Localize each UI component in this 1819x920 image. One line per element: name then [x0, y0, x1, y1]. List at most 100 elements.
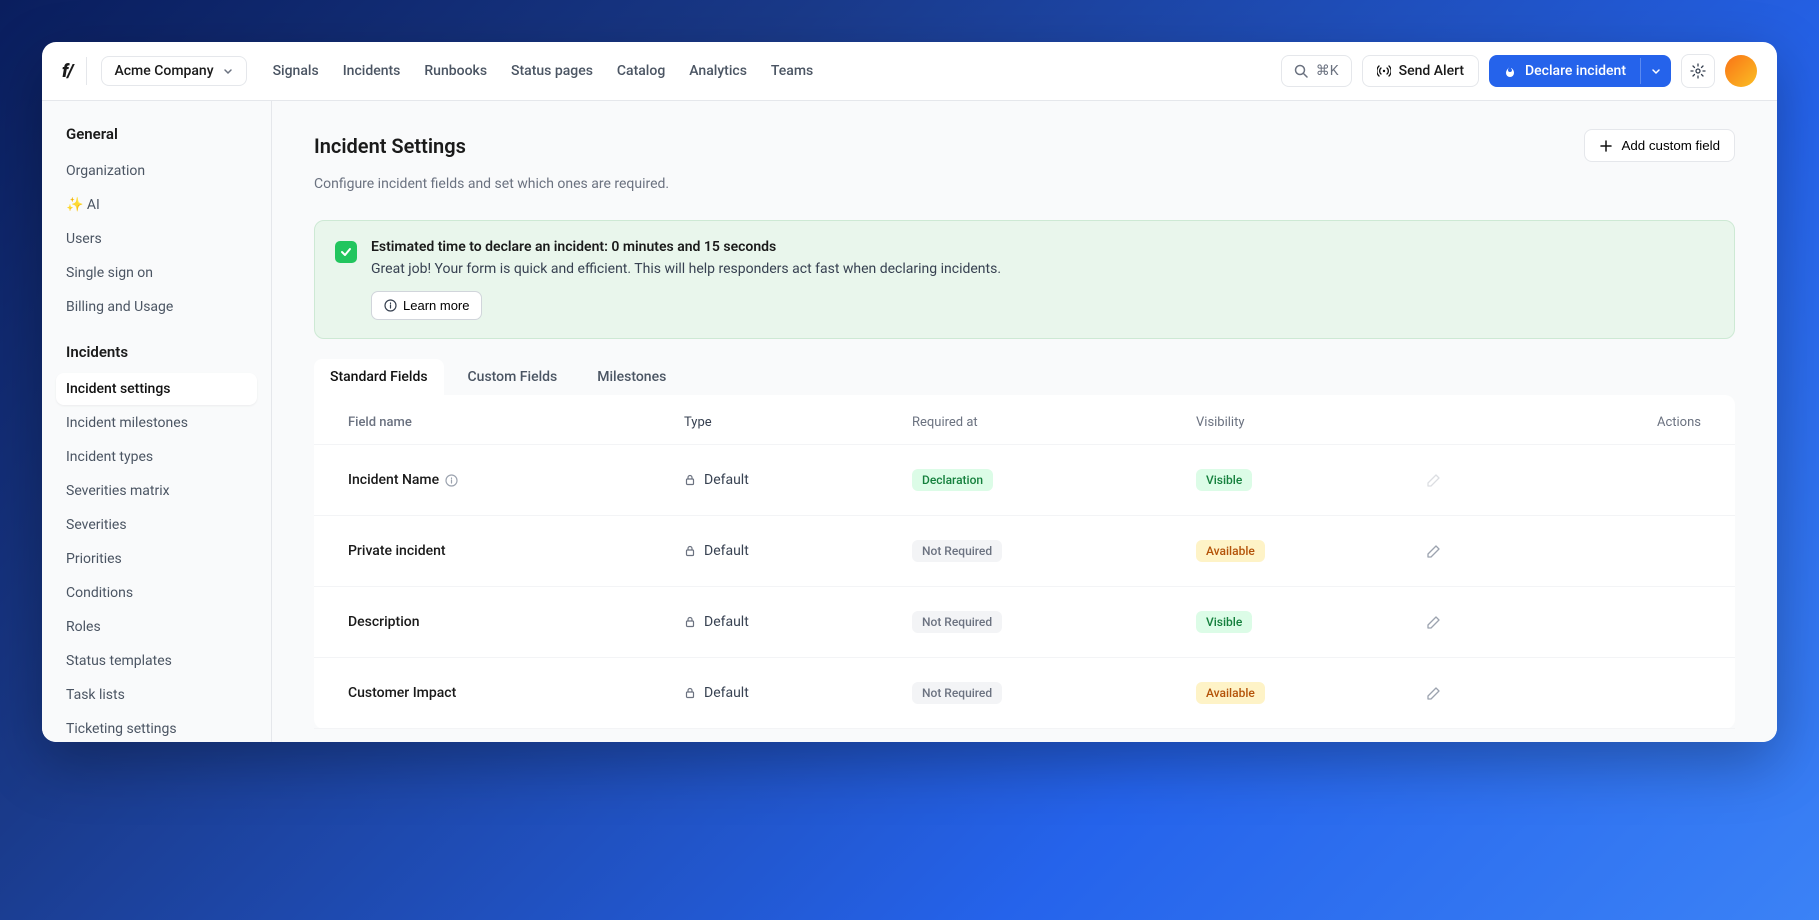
- field-type: Default: [684, 685, 912, 701]
- company-selector[interactable]: Acme Company: [101, 56, 246, 86]
- learn-more-label: Learn more: [403, 298, 469, 313]
- nav-links: Signals Incidents Runbooks Status pages …: [273, 63, 814, 79]
- sidebar-item-incident-types[interactable]: Incident types: [56, 441, 257, 473]
- sidebar-item-priorities[interactable]: Priorities: [56, 543, 257, 575]
- nav-teams[interactable]: Teams: [771, 63, 813, 79]
- sidebar-item-label: Incident types: [66, 449, 153, 465]
- edit-icon[interactable]: [1426, 544, 1441, 559]
- chevron-down-icon: [222, 65, 234, 77]
- declare-incident-button[interactable]: Declare incident: [1489, 55, 1640, 87]
- search-button[interactable]: ⌘K: [1281, 55, 1352, 87]
- required-badge: Not Required: [912, 682, 1002, 704]
- col-header-type: Type: [684, 415, 912, 430]
- tab-standard-fields[interactable]: Standard Fields: [314, 359, 444, 395]
- divider: [86, 57, 87, 85]
- sidebar-item-label: Roles: [66, 619, 101, 635]
- tab-custom-fields[interactable]: Custom Fields: [452, 359, 574, 395]
- company-name: Acme Company: [114, 63, 213, 79]
- visibility-badge: Visible: [1196, 611, 1252, 633]
- page-subtitle: Configure incident fields and set which …: [314, 176, 1735, 192]
- sidebar-item-ai[interactable]: ✨ AI: [56, 189, 257, 221]
- sidebar-item-incident-settings[interactable]: Incident settings: [56, 373, 257, 405]
- field-required: Not Required: [912, 682, 1196, 704]
- field-visibility: Available: [1196, 682, 1426, 704]
- sidebar-item-task-lists[interactable]: Task lists: [56, 679, 257, 711]
- declare-label: Declare incident: [1525, 63, 1626, 79]
- sidebar-item-status-templates[interactable]: Status templates: [56, 645, 257, 677]
- field-required: Not Required: [912, 611, 1196, 633]
- sidebar-item-severities[interactable]: Severities: [56, 509, 257, 541]
- settings-button[interactable]: [1681, 54, 1715, 88]
- field-visibility: Available: [1196, 540, 1426, 562]
- edit-icon[interactable]: [1426, 686, 1441, 701]
- field-visibility: Visible: [1196, 469, 1426, 491]
- add-custom-field-button[interactable]: Add custom field: [1584, 129, 1735, 162]
- chevron-down-icon: [1651, 66, 1661, 76]
- nav-status-pages[interactable]: Status pages: [511, 63, 593, 79]
- nav-incidents[interactable]: Incidents: [343, 63, 401, 79]
- lock-icon: [684, 616, 696, 628]
- sidebar-item-label: Incident settings: [66, 381, 171, 397]
- nav-runbooks[interactable]: Runbooks: [424, 63, 487, 79]
- sidebar-item-users[interactable]: Users: [56, 223, 257, 255]
- sidebar-item-label: Billing and Usage: [66, 299, 173, 315]
- sidebar-section-incidents: Incidents: [56, 343, 257, 361]
- visibility-badge: Available: [1196, 682, 1265, 704]
- gear-icon: [1690, 63, 1706, 79]
- learn-more-button[interactable]: Learn more: [371, 291, 482, 320]
- sidebar-item-incident-milestones[interactable]: Incident milestones: [56, 407, 257, 439]
- logo: f/: [62, 61, 72, 82]
- sidebar-item-organization[interactable]: Organization: [56, 155, 257, 187]
- banner-text: Great job! Your form is quick and effici…: [371, 261, 1714, 277]
- nav-analytics[interactable]: Analytics: [689, 63, 747, 79]
- col-header-visibility: Visibility: [1196, 415, 1426, 430]
- field-actions: [1426, 544, 1701, 559]
- sidebar-item-label: Users: [66, 231, 102, 247]
- lock-icon: [684, 545, 696, 557]
- declare-incident-dropdown[interactable]: [1640, 58, 1671, 84]
- field-required: Declaration: [912, 469, 1196, 491]
- banner-content: Estimated time to declare an incident: 0…: [371, 239, 1714, 320]
- visibility-badge: Visible: [1196, 469, 1252, 491]
- col-header-required: Required at: [912, 415, 1196, 430]
- field-type: Default: [684, 614, 912, 630]
- avatar[interactable]: [1725, 55, 1757, 87]
- sidebar-item-label: Status templates: [66, 653, 172, 669]
- tabs: Standard Fields Custom Fields Milestones: [314, 359, 1735, 395]
- sidebar-item-severities-matrix[interactable]: Severities matrix: [56, 475, 257, 507]
- nav-signals[interactable]: Signals: [273, 63, 319, 79]
- sidebar-item-label: Conditions: [66, 585, 133, 601]
- sidebar-item-label: Organization: [66, 163, 145, 179]
- main-content: Incident Settings Add custom field Confi…: [272, 101, 1777, 742]
- col-header-actions: Actions: [1426, 415, 1701, 430]
- sidebar-item-ticketing-settings[interactable]: Ticketing settings: [56, 713, 257, 742]
- visibility-badge: Available: [1196, 540, 1265, 562]
- required-badge: Not Required: [912, 611, 1002, 633]
- sidebar-section-general: General: [56, 125, 257, 143]
- sidebar-item-conditions[interactable]: Conditions: [56, 577, 257, 609]
- sidebar-item-label: Severities matrix: [66, 483, 170, 499]
- page-header: Incident Settings Add custom field: [314, 129, 1735, 162]
- table-header: Field name Type Required at Visibility A…: [314, 395, 1735, 445]
- field-required: Not Required: [912, 540, 1196, 562]
- field-actions: [1426, 615, 1701, 630]
- edit-icon[interactable]: [1426, 615, 1441, 630]
- nav-catalog[interactable]: Catalog: [617, 63, 665, 79]
- sidebar-item-label: Incident milestones: [66, 415, 188, 431]
- app-window: f/ Acme Company Signals Incidents Runboo…: [42, 42, 1777, 742]
- header: f/ Acme Company Signals Incidents Runboo…: [42, 42, 1777, 101]
- sidebar-item-roles[interactable]: Roles: [56, 611, 257, 643]
- send-alert-button[interactable]: Send Alert: [1362, 55, 1479, 87]
- sidebar-item-label: Task lists: [66, 687, 125, 703]
- search-shortcut: ⌘K: [1316, 63, 1339, 79]
- tab-milestones[interactable]: Milestones: [581, 359, 682, 395]
- sidebar-item-billing[interactable]: Billing and Usage: [56, 291, 257, 323]
- table-row: Private incident Default Not Required Av…: [314, 516, 1735, 587]
- col-header-name: Field name: [348, 415, 684, 430]
- edit-icon: [1426, 473, 1441, 488]
- sidebar-item-sso[interactable]: Single sign on: [56, 257, 257, 289]
- fields-table: Field name Type Required at Visibility A…: [314, 395, 1735, 729]
- broadcast-icon: [1377, 64, 1391, 78]
- info-icon: [384, 299, 397, 312]
- sidebar-item-label: ✨ AI: [66, 197, 100, 213]
